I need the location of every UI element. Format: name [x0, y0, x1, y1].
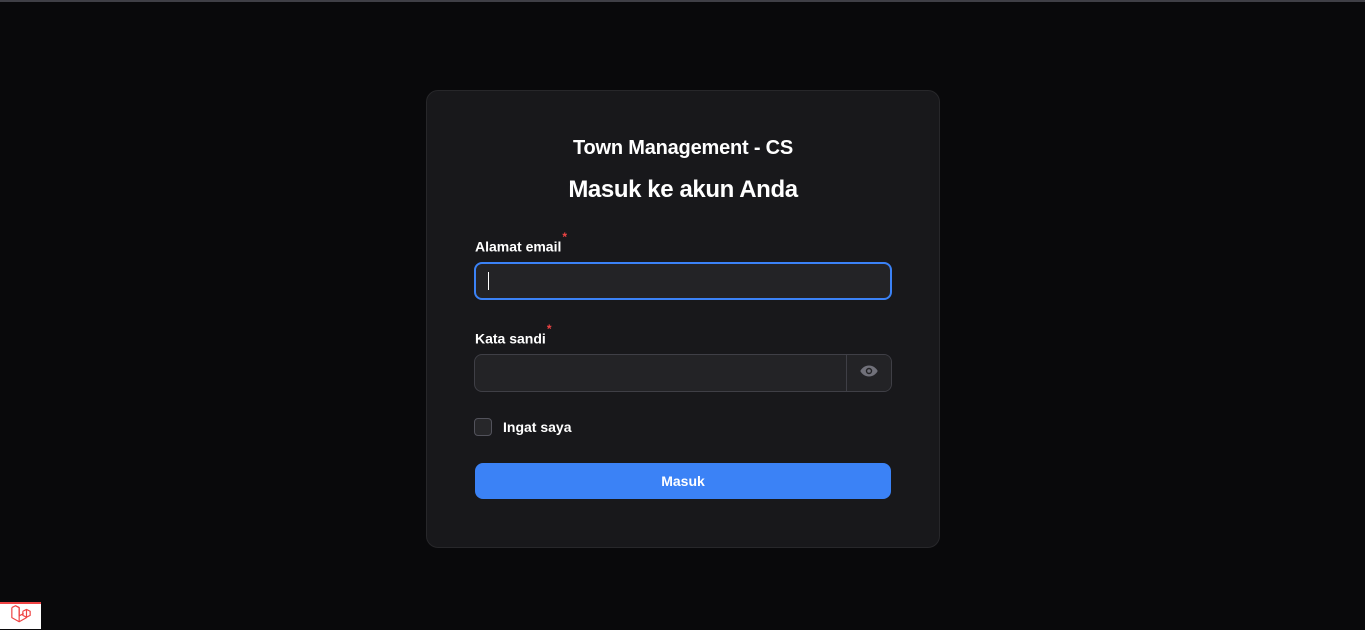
laravel-logo-icon	[10, 603, 32, 630]
email-label: Alamat email*	[475, 230, 567, 255]
window-top-border	[0, 0, 1365, 2]
login-card: Town Management - CS Masuk ke akun Anda …	[426, 90, 940, 548]
password-label-text: Kata sandi	[475, 330, 546, 347]
password-label: Kata sandi*	[475, 322, 551, 347]
login-button[interactable]: Masuk	[475, 463, 891, 499]
password-field[interactable]	[475, 355, 847, 391]
password-required-marker: *	[546, 322, 552, 336]
remember-me-label[interactable]: Ingat saya	[503, 419, 571, 435]
email-required-marker: *	[562, 230, 568, 244]
page-title: Masuk ke akun Anda	[568, 176, 798, 203]
remember-me-checkbox[interactable]	[474, 418, 492, 436]
eye-icon	[859, 361, 879, 386]
email-field[interactable]	[474, 262, 892, 300]
debugbar-toggle[interactable]	[0, 602, 41, 629]
brand-title: Town Management - CS	[572, 137, 794, 159]
remember-me-row: Ingat saya	[474, 418, 571, 436]
text-caret	[488, 272, 489, 290]
email-label-text: Alamat email	[475, 238, 562, 255]
show-password-button[interactable]	[846, 355, 891, 391]
password-field-group	[474, 354, 892, 392]
